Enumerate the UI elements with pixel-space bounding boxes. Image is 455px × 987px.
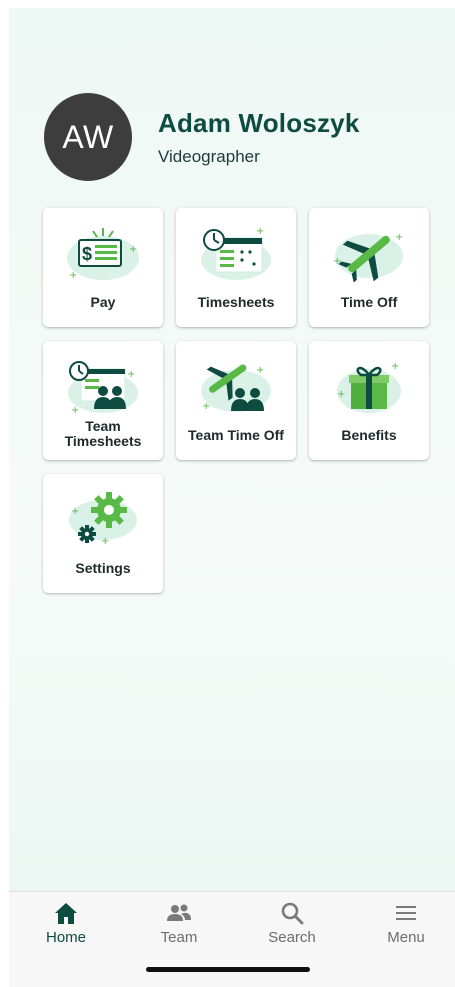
bottom-nav-bar: Home Team Search Menu <box>9 891 455 987</box>
svg-text:+: + <box>337 389 345 400</box>
tile-team-time-off[interactable]: + + Team Time Off <box>176 341 296 460</box>
tile-pay[interactable]: $ + + Pay <box>43 208 163 327</box>
profile-name: Adam Woloszyk <box>158 107 360 138</box>
svg-text:+: + <box>333 256 341 267</box>
pay-icon: $ + + <box>67 228 139 281</box>
nav-search[interactable]: Search <box>247 900 337 946</box>
nav-team[interactable]: Team <box>134 900 224 946</box>
tile-label: Timesheets <box>197 294 275 310</box>
avatar-initials: AW <box>62 118 114 155</box>
timesheets-icon: + <box>201 226 271 280</box>
svg-text:+: + <box>71 405 79 416</box>
profile-header: AW Adam Woloszyk Videographer <box>44 93 360 181</box>
airplane-icon: + + <box>333 232 403 283</box>
tile-label: Benefits <box>341 427 397 443</box>
tile-settings[interactable]: + + Settings <box>43 474 163 593</box>
tile-timesheets[interactable]: + Timesheets <box>176 208 296 327</box>
gear-icon: + + <box>69 492 137 547</box>
svg-text:+: + <box>69 270 77 281</box>
svg-text:+: + <box>71 506 79 517</box>
tile-label-line1: Team <box>85 418 121 434</box>
profile-info: Adam Woloszyk Videographer <box>158 108 360 167</box>
tile-label: Team Timesheets <box>43 419 163 449</box>
svg-text:+: + <box>395 232 403 243</box>
nav-label-home: Home <box>45 929 86 946</box>
tile-benefits[interactable]: + + Benefits <box>309 341 429 460</box>
svg-text:+: + <box>256 365 264 376</box>
tile-label: Settings <box>75 560 131 576</box>
gift-icon: + + <box>337 361 401 413</box>
svg-text:+: + <box>129 244 137 255</box>
svg-text:$: $ <box>82 244 92 264</box>
profile-job-title: Videographer <box>158 146 260 166</box>
svg-text:+: + <box>256 226 264 237</box>
tile-label: Pay <box>90 294 116 310</box>
home-icon <box>55 903 77 924</box>
svg-text:+: + <box>127 369 135 380</box>
tile-label-line2: Timesheets <box>64 433 142 449</box>
avatar[interactable]: AW <box>44 93 132 181</box>
tile-team-timesheets[interactable]: + + Team Timesheets <box>43 341 163 460</box>
nav-menu[interactable]: Menu <box>361 900 451 946</box>
team-time-off-icon: + + <box>201 364 271 412</box>
svg-text:+: + <box>391 361 399 372</box>
nav-home[interactable]: Home <box>21 900 111 946</box>
svg-text:+: + <box>101 536 109 547</box>
team-timesheets-icon: + + <box>68 361 138 416</box>
nav-label-menu: Menu <box>387 929 425 946</box>
nav-label-team: Team <box>160 929 198 946</box>
nav-label-search: Search <box>268 929 316 946</box>
home-screen: AW Adam Woloszyk Videographer $ + + Pay … <box>9 8 455 987</box>
tile-label: Time Off <box>340 294 398 310</box>
svg-text:+: + <box>202 401 210 412</box>
tile-label: Team Time Off <box>188 427 284 443</box>
menu-icon <box>396 906 416 920</box>
search-icon <box>281 902 304 925</box>
tile-time-off[interactable]: + + Time Off <box>309 208 429 327</box>
home-indicator[interactable] <box>146 967 310 972</box>
team-icon <box>167 904 191 921</box>
